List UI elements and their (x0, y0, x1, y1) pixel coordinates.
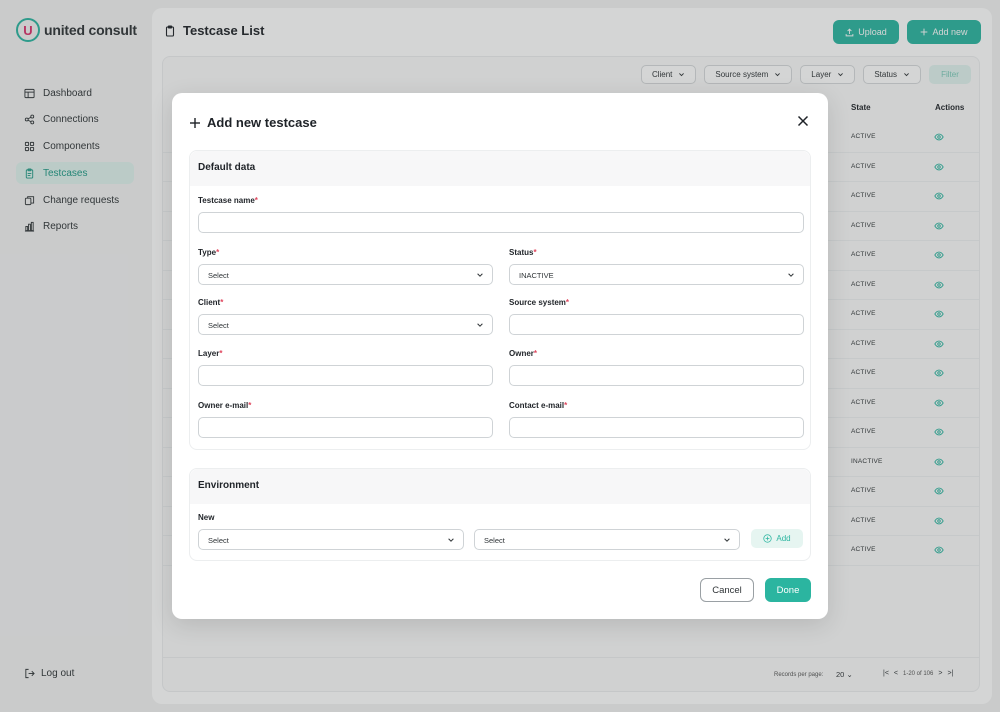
source-system-label: Source system* (509, 298, 569, 307)
environment-section: Environment New Select Select Add (189, 468, 811, 561)
type-select[interactable]: Select (198, 264, 493, 285)
select-value: Select (208, 536, 229, 545)
section-title: Environment (190, 469, 810, 504)
default-data-section: Default data Testcase name* Type* Select… (189, 150, 811, 450)
required-mark: * (219, 349, 223, 358)
chevron-down-icon (724, 538, 730, 542)
contact-email-input[interactable] (509, 417, 804, 438)
status-label: Status* (509, 248, 537, 257)
new-environment-label: New (198, 513, 215, 522)
chevron-down-icon (448, 538, 454, 542)
environment-select-2[interactable]: Select (474, 529, 740, 550)
select-value: Select (208, 321, 229, 330)
field-label-text: Contact e-mail (509, 401, 565, 410)
source-system-input[interactable] (509, 314, 804, 335)
plus-circle-icon (763, 534, 772, 543)
required-mark: * (220, 298, 224, 307)
select-value: Select (484, 536, 505, 545)
required-mark: * (533, 248, 537, 257)
client-select[interactable]: Select (198, 314, 493, 335)
layer-input[interactable] (198, 365, 493, 386)
testcase-name-input[interactable] (198, 212, 804, 233)
field-label-text: Testcase name (198, 196, 255, 205)
cancel-button[interactable]: Cancel (700, 578, 754, 602)
environment-select-1[interactable]: Select (198, 529, 464, 550)
chevron-down-icon (788, 273, 794, 277)
owner-email-input[interactable] (198, 417, 493, 438)
required-mark: * (533, 349, 538, 358)
field-label-text: Status (509, 248, 534, 257)
chevron-down-icon (477, 273, 483, 277)
select-value: Select (208, 271, 229, 280)
select-value: INACTIVE (519, 271, 554, 280)
owner-label: Owner* (509, 349, 537, 358)
required-mark: * (564, 401, 568, 410)
add-environment-label: Add (776, 534, 791, 543)
required-mark: * (254, 196, 258, 205)
modal-title: Add new testcase (189, 115, 317, 130)
close-icon[interactable] (797, 115, 809, 127)
owner-email-label: Owner e-mail* (198, 401, 251, 410)
client-label: Client* (198, 298, 223, 307)
plus-icon (190, 117, 200, 128)
contact-email-label: Contact e-mail* (509, 401, 567, 410)
type-label: Type* (198, 248, 219, 257)
add-environment-button[interactable]: Add (751, 529, 803, 548)
status-select[interactable]: INACTIVE (509, 264, 804, 285)
field-label-text: Type (198, 248, 217, 257)
required-mark: * (216, 248, 220, 257)
done-button[interactable]: Done (765, 578, 811, 602)
layer-label: Layer* (198, 349, 222, 358)
field-label-text: Owner e-mail (198, 401, 249, 410)
chevron-down-icon (477, 323, 483, 327)
field-label-text: Layer (198, 349, 220, 358)
field-label-text: Owner (509, 349, 534, 358)
required-mark: * (248, 401, 252, 410)
add-testcase-modal: Add new testcase Default data Testcase n… (172, 93, 828, 619)
testcase-name-label: Testcase name* (198, 196, 258, 205)
required-mark: * (565, 298, 570, 307)
owner-input[interactable] (509, 365, 804, 386)
section-title: Default data (190, 151, 810, 186)
field-label-text: Source system (509, 298, 566, 307)
modal-title-text: Add new testcase (207, 115, 317, 130)
field-label-text: Client (198, 298, 221, 307)
